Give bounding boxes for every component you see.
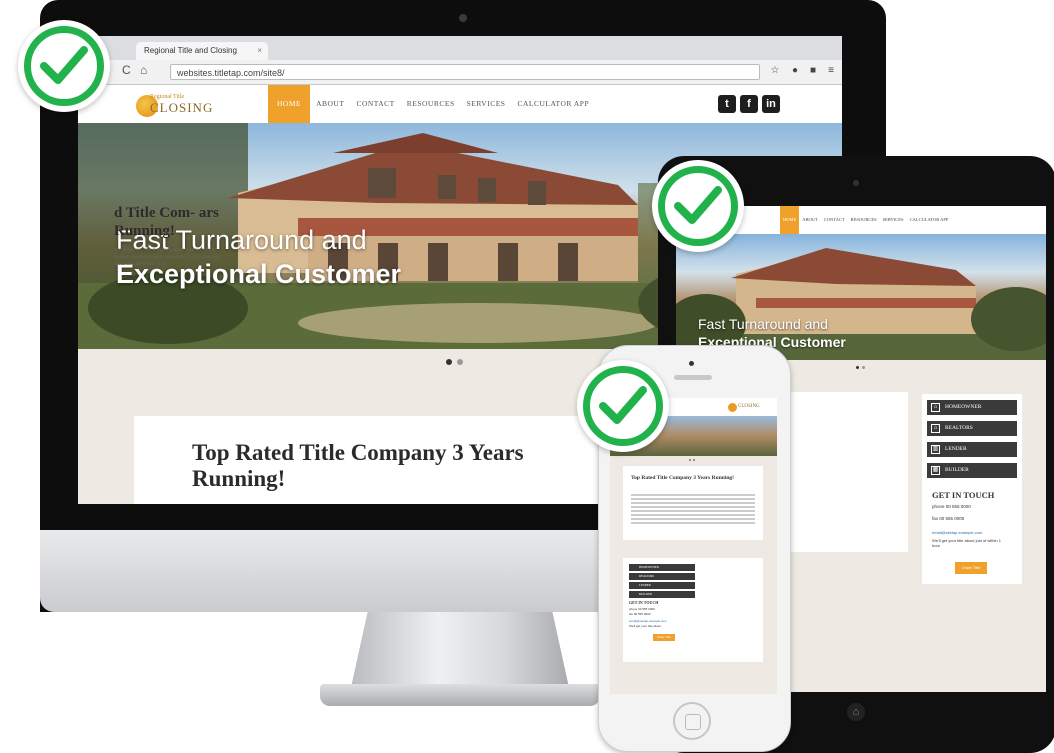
tablet-phone: phone 00 555 0000 — [932, 504, 971, 509]
homeowner-button[interactable]: ⌂ HOMEOWNER — [927, 400, 1017, 415]
tablet-nav-calculator-app[interactable]: CALCULATOR APP — [907, 206, 952, 234]
builder-button[interactable]: ▦ BUILDER — [927, 463, 1017, 478]
tablet-nav-contact[interactable]: CONTACT — [821, 206, 848, 234]
nav-about[interactable]: ABOUT — [310, 85, 350, 123]
check-icon — [674, 186, 722, 224]
browser-tab[interactable]: Regional Title and Closing × — [136, 42, 268, 60]
phone-lender-button[interactable]: LENDER — [629, 582, 695, 589]
phone-fax-number: fax 00 555 0000 — [629, 612, 651, 616]
phone-logo-text[interactable]: CLOSING — [738, 404, 760, 409]
twitter-icon[interactable]: t — [718, 95, 736, 113]
builder-icon: ▦ — [931, 466, 940, 475]
section-heading: Top Rated Title Company 3 Years Running! — [192, 440, 524, 491]
realtors-button[interactable]: ⌂ REALTORS — [927, 421, 1017, 436]
social-links: t f in — [718, 95, 780, 113]
check-badge-tablet — [652, 160, 744, 252]
carousel-dot[interactable] — [446, 359, 452, 365]
phone-carousel-dots — [689, 459, 695, 461]
phone-section-heading: Top Rated Title Company 3 Years Running! — [631, 475, 734, 481]
bookmark-icon[interactable]: ■ — [806, 64, 820, 78]
tablet-email-link[interactable]: email@sitetap.example.com — [932, 530, 982, 535]
monitor-stand-base — [320, 684, 600, 706]
tablet-carousel-dots — [856, 366, 865, 369]
check-badge-phone — [577, 360, 669, 452]
address-bar[interactable]: websites.titletap.com/site8/ — [170, 64, 760, 80]
extension-icon[interactable]: ● — [788, 64, 802, 78]
carousel-dot[interactable] — [862, 366, 865, 369]
nav-resources[interactable]: RESOURCES — [401, 85, 461, 123]
tablet-camera — [853, 180, 859, 186]
check-badge-desktop — [18, 20, 110, 112]
phone-order-title-button[interactable]: Order Title — [653, 634, 675, 641]
tablet-eta-note: We'll get your title about just of withi… — [932, 538, 1001, 548]
tablet-order-title-button[interactable]: Order Title — [955, 562, 987, 574]
check-icon — [599, 386, 647, 424]
house-icon: ⌂ — [931, 403, 940, 412]
phone-email-link[interactable]: email@sitetap.example.com — [629, 619, 667, 623]
tablet-fax: fax 00 555 0000 — [932, 516, 965, 521]
carousel-dot[interactable] — [689, 459, 691, 461]
tablet-get-in-touch: GET IN TOUCH — [932, 490, 995, 500]
tab-close-icon[interactable]: × — [257, 42, 262, 60]
phone-homeowner-button[interactable]: HOMEOWNER — [629, 564, 695, 571]
star-icon[interactable]: ☆ — [768, 64, 782, 78]
tablet-sidebar: ⌂ HOMEOWNER ⌂ REALTORS ▥ LENDER ▦ BUILDER — [922, 394, 1022, 584]
logo-text[interactable]: CLOSING — [150, 100, 213, 116]
home-icon: ⌂ — [931, 424, 940, 433]
nav-calculator-app[interactable]: CALCULATOR APP — [511, 85, 595, 123]
builder-label: BUILDER — [945, 467, 969, 473]
tablet-nav-about[interactable]: ABOUT — [799, 206, 821, 234]
monitor-camera — [459, 14, 467, 22]
phone-realtors-button[interactable]: REALTORS — [629, 573, 695, 580]
nav-services[interactable]: SERVICES — [461, 85, 512, 123]
tablet-hero-image: Fast Turnaround and Exceptional Customer — [676, 234, 1046, 360]
phone-speaker — [674, 375, 712, 380]
tab-title: Regional Title and Closing — [144, 46, 237, 55]
site-nav: HOME ABOUT CONTACT RESOURCES SERVICES CA… — [268, 85, 595, 123]
phone-camera — [689, 361, 694, 366]
nav-home[interactable]: HOME — [268, 85, 311, 123]
tablet-nav-services[interactable]: SERVICES — [880, 206, 907, 234]
realtors-label: REALTORS — [945, 425, 973, 431]
bank-icon: ▥ — [931, 445, 940, 454]
menu-icon[interactable]: ≡ — [824, 64, 838, 78]
content-card: Top Rated Title Company 3 Years Running! — [134, 416, 614, 504]
site-header: Regional Title CLOSING HOME ABOUT CONTAC… — [78, 85, 842, 123]
carousel-dots — [446, 359, 463, 365]
phone-phone-number: phone 00 555 0000 — [629, 607, 655, 611]
tablet-section-body: ade business, Title Company Name's ners … — [114, 247, 220, 266]
home-icon[interactable]: ⌂ — [140, 63, 147, 77]
phone-home-button[interactable] — [673, 702, 711, 740]
linkedin-icon[interactable]: in — [762, 95, 780, 113]
check-icon — [40, 46, 88, 84]
phone-content-card: Top Rated Title Company 3 Years Running! — [623, 466, 763, 540]
facebook-icon[interactable]: f — [740, 95, 758, 113]
lender-button[interactable]: ▥ LENDER — [927, 442, 1017, 457]
tablet-section-heading: d Title Com- ars Running! — [114, 205, 219, 239]
tablet-nav: HOME ABOUT CONTACT RESOURCES SERVICES CA… — [780, 206, 951, 234]
carousel-dot[interactable] — [693, 459, 695, 461]
carousel-dot[interactable] — [856, 366, 859, 369]
browser-toolbar: C ⌂ websites.titletap.com/site8/ ☆ ● ■ ≡ — [78, 60, 842, 85]
tablet-home-button[interactable]: ⌂ — [847, 703, 865, 721]
tablet-hero-line1: Fast Turnaround and — [698, 316, 828, 332]
phone-logo-mark — [728, 403, 737, 412]
carousel-dot[interactable] — [457, 359, 463, 365]
phone-sidebar: HOMEOWNER REALTORS LENDER BUILDER GET IN… — [623, 558, 763, 662]
phone-builder-button[interactable]: BUILDER — [629, 591, 695, 598]
tablet-nav-home[interactable]: HOME — [780, 206, 800, 234]
phone-get-in-touch: GET IN TOUCH — [629, 600, 659, 605]
browser-tab-bar: Regional Title and Closing × — [78, 36, 842, 60]
homeowner-label: HOMEOWNER — [945, 404, 982, 410]
lender-label: LENDER — [945, 446, 967, 452]
reload-icon[interactable]: C — [122, 63, 131, 77]
tablet-nav-resources[interactable]: RESOURCES — [848, 206, 880, 234]
nav-contact[interactable]: CONTACT — [350, 85, 400, 123]
phone-body-text — [631, 494, 755, 526]
monitor-stand — [350, 612, 570, 692]
phone-eta-note: We'll get your title about — [629, 624, 661, 628]
